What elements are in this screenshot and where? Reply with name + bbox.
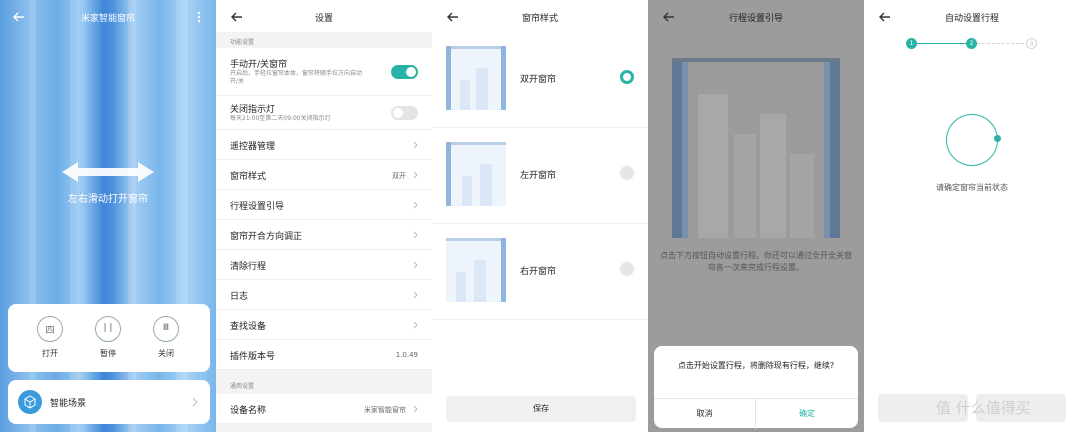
scene-cube-icon [18,390,42,414]
chevron-right-icon [413,291,418,299]
curtain-window-illustration [672,58,840,238]
more-options-icon[interactable] [196,10,202,24]
style-label: 左开窗帘 [520,171,557,181]
setting-value: 双开 [392,172,406,180]
chevron-right-icon [413,171,418,179]
settings-screen: 设置 功能设置 手动开/关窗帘 开启后，手轻拉窗帘本体，窗帘将随手拉方向自动开/… [216,0,432,432]
double-curtain-illustration [446,46,506,110]
chevron-right-icon [413,261,418,269]
chevron-right-icon [413,201,418,209]
setting-plugin-version: 插件版本号 1.0.49 [216,340,432,370]
radio-selected-icon[interactable] [620,70,634,84]
indicator-toggle-switch[interactable] [391,106,418,120]
page-title: 自动设置行程 [944,14,999,24]
radio-unselected-icon[interactable] [620,166,634,180]
curtain-style-screen: 窗帘样式 双开窗帘 左开窗帘 右开窗帘 保存 [432,0,648,432]
step-indicator: 1 [906,38,917,49]
pause-button[interactable]: | | 暂停 [88,316,128,359]
plugin-version-value: 1.0.49 [395,351,418,359]
style-option-right[interactable]: 右开窗帘 [432,224,648,320]
style-label: 双开窗帘 [520,75,557,85]
page-title: 行程设置引导 [728,14,783,24]
setting-label: 清除行程 [230,262,267,272]
setting-value: 米家智能窗帘 [364,406,406,414]
setting-curtain-style[interactable]: 窗帘样式 双开 [216,160,432,190]
page-title: 设置 [314,14,333,24]
setting-label: 遥控器管理 [230,142,276,152]
setting-find-device[interactable]: 查找设备 [216,310,432,340]
setting-label: 插件版本号 [230,352,276,362]
page-title: 窗帘样式 [521,14,558,24]
indicator-title: 关闭指示灯 [230,105,276,115]
setting-label: 设备名称 [230,406,267,416]
toggle-knob [393,108,403,118]
swipe-hint: 左右滑动打开窗帘 [68,194,148,205]
watermark: 值 什么值得买 [936,399,1031,417]
chevron-right-icon [192,397,198,407]
toggle-knob [406,67,416,77]
chevron-right-icon [413,405,418,413]
open-button[interactable]: 四 打开 [30,316,70,359]
auto-route-screen: 自动设置行程 1 2 3 请确定窗帘当前状态 [864,0,1080,432]
style-label: 右开窗帘 [520,267,557,277]
chevron-right-icon [413,141,418,149]
setting-label: 窗帘开合方向调正 [230,232,303,242]
curtain-home-screen: 米家智能窗帘 左右滑动打开窗帘 四 打开 | | 暂停 Ⅲ 关闭 智能场景 [0,0,216,432]
radio-unselected-icon[interactable] [620,262,634,276]
pause-icon: | | [95,316,121,342]
left-curtain-illustration [446,142,506,206]
chevron-right-icon [413,321,418,329]
setting-label: 行程设置引导 [230,202,285,212]
setting-device-name[interactable]: 设备名称 米家智能窗帘 [216,394,432,424]
dial-handle[interactable] [994,135,1001,142]
page-title: 米家智能窗帘 [80,14,135,24]
save-button[interactable]: 保存 [446,396,636,422]
open-label: 打开 [42,349,58,358]
confirm-button[interactable]: 确定 [756,399,858,429]
dialog-actions: 取消 确定 [654,398,858,429]
open-icon: 四 [37,316,63,342]
manual-toggle-switch[interactable] [391,65,418,79]
step-indicator: 3 [1026,38,1037,49]
close-curtain-icon: Ⅲ [153,316,179,342]
setting-route-guide[interactable]: 行程设置引导 [216,190,432,220]
setting-log[interactable]: 日志 [216,280,432,310]
setting-label: 窗帘样式 [230,172,267,182]
dialog-message: 点击开始设置行程，将删除现有行程，继续? [677,361,835,370]
indicator-subtitle: 每天21:00至第二天09:00关闭指示灯 [230,115,331,122]
style-option-double[interactable]: 双开窗帘 [432,32,648,128]
curtain-state-dial[interactable] [946,114,1001,166]
setting-direction[interactable]: 窗帘开合方向调正 [216,220,432,250]
setting-label: 查找设备 [230,322,267,332]
manual-subtitle: 开启后，手轻拉窗帘本体，窗帘将随手拉方向自动开/关 [230,70,363,85]
smart-scene-button[interactable]: 智能场景 [8,380,210,424]
pause-label: 暂停 [100,349,116,358]
setting-remote[interactable]: 遥控器管理 [216,130,432,160]
right-curtain-illustration [446,238,506,302]
control-card: 四 打开 | | 暂停 Ⅲ 关闭 [8,304,210,372]
swipe-arrows-icon[interactable] [60,160,156,184]
step-connector-done [917,43,969,44]
manual-title: 手动开/关窗帘 [230,60,288,70]
close-label: 关闭 [158,349,174,358]
setting-clear-route[interactable]: 清除行程 [216,250,432,280]
step-connector-pending [977,43,1029,44]
section-label-general: 通用设置 [230,383,255,390]
scene-label: 智能场景 [50,399,87,409]
setting-manual-toggle[interactable]: 手动开/关窗帘 开启后，手轻拉窗帘本体，窗帘将随手拉方向自动开/关 [216,48,432,96]
state-prompt: 请确定窗帘当前状态 [936,183,1008,192]
route-guide-screen: 行程设置引导 点击下方按钮自动设置行程。你还可以通过全开全关窗帘各一次来完成行程… [648,0,864,432]
step-indicator: 2 [966,38,977,49]
chevron-right-icon [413,231,418,239]
section-label-function: 功能设置 [230,39,255,46]
cancel-button[interactable]: 取消 [654,399,756,429]
setting-label: 日志 [230,292,249,302]
close-button[interactable]: Ⅲ 关闭 [146,316,186,359]
setting-indicator-toggle[interactable]: 关闭指示灯 每天21:00至第二天09:00关闭指示灯 [216,96,432,130]
style-option-left[interactable]: 左开窗帘 [432,128,648,224]
confirm-dialog: 点击开始设置行程，将删除现有行程，继续? 取消 确定 [654,346,858,429]
guide-text: 点击下方按钮自动设置行程。你还可以通过全开全关窗帘各一次来完成行程设置。 [660,251,852,272]
